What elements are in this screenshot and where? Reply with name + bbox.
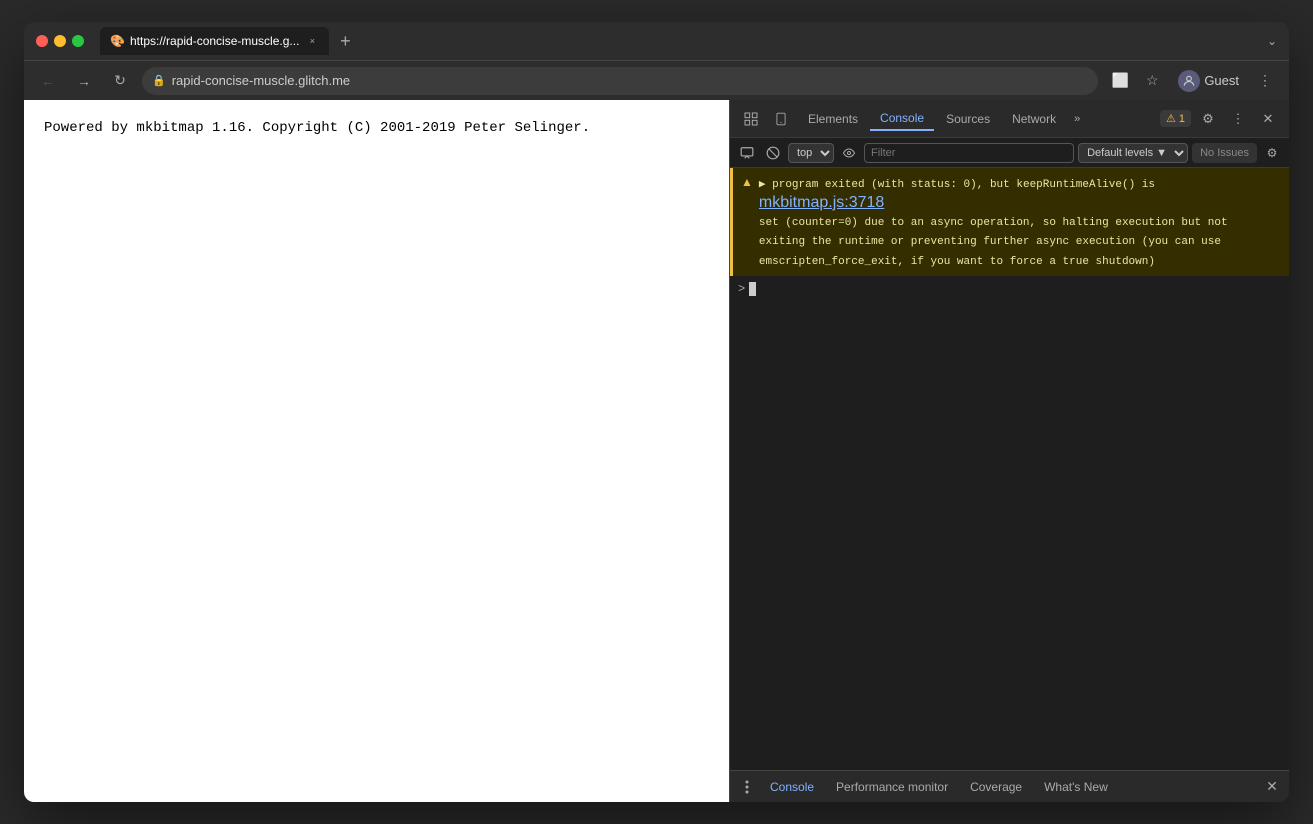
tab-console[interactable]: Console: [870, 107, 934, 131]
console-settings-button[interactable]: ⚙: [1261, 142, 1283, 164]
console-messages: ▲ ▶ program exited (with status: 0), but…: [730, 168, 1289, 770]
cast-button[interactable]: ⬜: [1106, 67, 1134, 95]
warning-message-link[interactable]: mkbitmap.js:3718: [759, 194, 884, 211]
console-icon1[interactable]: [736, 142, 758, 164]
device-toggle-button[interactable]: [768, 106, 794, 132]
tab-elements[interactable]: Elements: [798, 108, 868, 130]
bottom-menu-icon[interactable]: [736, 776, 758, 798]
tab-close-button[interactable]: ×: [305, 34, 319, 48]
log-levels-selector[interactable]: Default levels ▼: [1078, 143, 1188, 163]
warning-message-continuation: set (counter=0) due to an async operatio…: [759, 217, 1228, 268]
devtools-panel: Elements Console Sources Network » ⚠ 1 ⚙…: [729, 100, 1289, 802]
warning-message-content: ▶ program exited (with status: 0), but k…: [759, 174, 1281, 270]
devtools-bottom-tabs: Console Performance monitor Coverage Wha…: [730, 770, 1289, 802]
tab-network[interactable]: Network: [1002, 108, 1066, 130]
warning-triangle-icon: ▲: [741, 175, 753, 189]
minimize-traffic-light[interactable]: [54, 35, 66, 47]
console-warning-message: ▲ ▶ program exited (with status: 0), but…: [730, 168, 1289, 276]
devtools-close-button[interactable]: ✕: [1255, 106, 1281, 132]
tab-favicon: 🎨: [110, 34, 124, 48]
tab-bar: 🎨 https://rapid-concise-muscle.g... × +: [100, 27, 1259, 55]
more-tabs-button[interactable]: »: [1068, 109, 1086, 129]
clear-console-button[interactable]: [762, 142, 784, 164]
warning-badge[interactable]: ⚠ 1: [1160, 110, 1191, 127]
tab-title: https://rapid-concise-muscle.g...: [130, 34, 299, 48]
chevron-down-icon[interactable]: ⌄: [1267, 34, 1277, 48]
main-content: Powered by mkbitmap 1.16. Copyright (C) …: [24, 100, 1289, 802]
warning-count: 1: [1179, 113, 1185, 125]
nav-bar: ← → ↻ 🔒 rapid-concise-muscle.glitch.me ⬜…: [24, 60, 1289, 100]
title-bar: 🎨 https://rapid-concise-muscle.g... × + …: [24, 22, 1289, 60]
devtools-toolbar: Elements Console Sources Network » ⚠ 1 ⚙…: [730, 100, 1289, 138]
maximize-traffic-light[interactable]: [72, 35, 84, 47]
profile-button[interactable]: Guest: [1170, 68, 1247, 94]
reload-button[interactable]: ↻: [106, 67, 134, 95]
profile-label: Guest: [1204, 73, 1239, 88]
active-tab[interactable]: 🎨 https://rapid-concise-muscle.g... ×: [100, 27, 329, 55]
devtools-settings-button[interactable]: ⚙: [1195, 106, 1221, 132]
devtools-toolbar-right: ⚠ 1 ⚙ ⋮ ✕: [1160, 106, 1281, 132]
bottom-tab-whats-new[interactable]: What's New: [1034, 776, 1118, 798]
back-button[interactable]: ←: [34, 67, 62, 95]
nav-bar-right: ⬜ ☆ Guest ⋮: [1106, 67, 1279, 95]
traffic-lights: [36, 35, 84, 47]
address-bar[interactable]: 🔒 rapid-concise-muscle.glitch.me: [142, 67, 1098, 95]
warning-icon: ⚠: [1166, 112, 1176, 125]
forward-button[interactable]: →: [70, 67, 98, 95]
inspect-element-button[interactable]: [738, 106, 764, 132]
devtools-more-button[interactable]: ⋮: [1225, 106, 1251, 132]
console-filter-input[interactable]: [864, 143, 1074, 163]
bottom-tab-performance-monitor[interactable]: Performance monitor: [826, 776, 958, 798]
bottom-tab-console[interactable]: Console: [760, 776, 824, 798]
no-issues-indicator: No Issues: [1192, 143, 1257, 163]
close-traffic-light[interactable]: [36, 35, 48, 47]
avatar: [1178, 70, 1200, 92]
bottom-tab-coverage[interactable]: Coverage: [960, 776, 1032, 798]
warning-message-text: program exited (with status: 0), but kee…: [772, 179, 1155, 191]
new-tab-button[interactable]: +: [333, 29, 357, 53]
address-text: rapid-concise-muscle.glitch.me: [172, 73, 1089, 88]
page-text: Powered by mkbitmap 1.16. Copyright (C) …: [44, 120, 709, 136]
tab-sources[interactable]: Sources: [936, 108, 1000, 130]
page-content: Powered by mkbitmap 1.16. Copyright (C) …: [24, 100, 729, 802]
browser-menu-button[interactable]: ⋮: [1251, 67, 1279, 95]
bookmark-button[interactable]: ☆: [1138, 67, 1166, 95]
context-selector[interactable]: top: [788, 143, 834, 163]
devtools-toolbar2: top Default levels ▼ No Issues ⚙: [730, 138, 1289, 168]
bottom-tabs-close-button[interactable]: ✕: [1261, 776, 1283, 798]
lock-icon: 🔒: [152, 74, 166, 87]
title-bar-right: ⌄: [1267, 34, 1277, 48]
eye-icon[interactable]: [838, 142, 860, 164]
devtools-tabs: Elements Console Sources Network »: [798, 107, 1156, 131]
prompt-arrow-icon: >: [738, 282, 745, 296]
console-prompt[interactable]: >: [730, 276, 1289, 302]
browser-window: 🎨 https://rapid-concise-muscle.g... × + …: [24, 22, 1289, 802]
warning-message-prefix: ▶: [759, 179, 772, 191]
cursor: [749, 282, 756, 296]
